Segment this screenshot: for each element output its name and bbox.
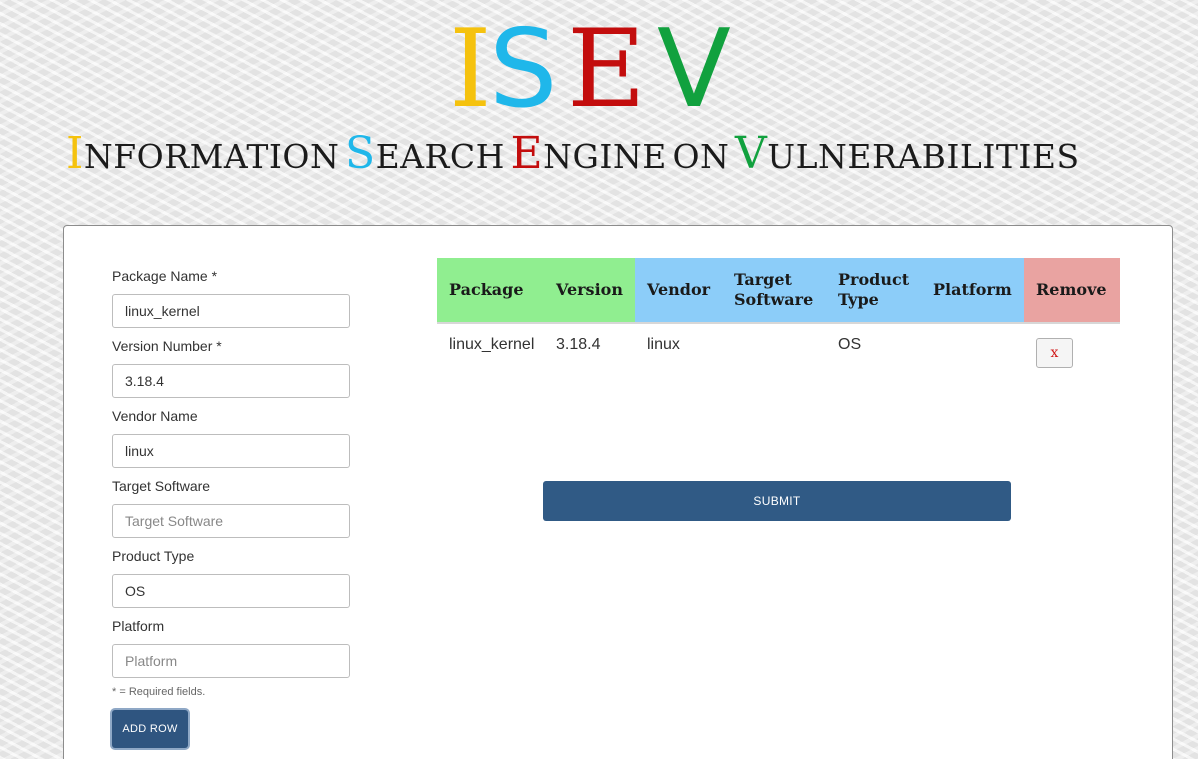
logo-letter-e: E <box>567 8 646 118</box>
header-platform: Platform <box>921 258 1024 324</box>
logo-letter-v: V <box>657 8 731 118</box>
package-name-input[interactable] <box>112 294 350 328</box>
cell-package: linux_kernel <box>449 336 535 353</box>
header-product-type: Product Type <box>826 258 921 324</box>
site-subtitle: INFORMATION SEARCH ENGINE ON VULNERABILI… <box>66 130 1176 180</box>
subtitle-word-search: EARCH <box>375 137 505 176</box>
vendor-name-label: Vendor Name <box>112 408 198 424</box>
cell-target-software <box>722 323 826 372</box>
required-fields-note: * = Required fields. <box>112 686 206 698</box>
subtitle-word-information: NFORMATION <box>83 137 340 176</box>
subtitle-word-engine: NGINE <box>543 137 667 176</box>
cell-remove: x <box>1024 323 1120 372</box>
cell-product-type: OS <box>838 336 862 353</box>
product-type-input[interactable] <box>112 574 350 608</box>
package-name-label: Package Name * <box>112 268 218 284</box>
subtitle-initial-search: S <box>344 128 376 179</box>
header-package: Package <box>437 258 544 324</box>
target-software-label: Target Software <box>112 478 211 494</box>
table-row: linux_kernel 3.18.4 linux OS x <box>437 323 1120 372</box>
table-header-row: Package Version Vendor Target Software P… <box>437 258 1120 324</box>
header-target-software: Target Software <box>722 258 826 324</box>
add-row-button[interactable]: ADD ROW <box>112 710 188 748</box>
main-card: Package Name * Version Number * Vendor N… <box>63 225 1173 759</box>
subtitle-word-vulnerabilities: ULNERABILITIES <box>767 137 1080 176</box>
version-number-input[interactable] <box>112 364 350 398</box>
remove-row-button[interactable]: x <box>1036 338 1073 368</box>
header-version: Version <box>544 258 635 324</box>
header-remove: Remove <box>1024 258 1120 324</box>
logo-letter-i: I <box>449 8 492 118</box>
isev-logo: I S E V <box>0 8 1198 118</box>
platform-label: Platform <box>112 618 165 634</box>
packages-table-container: Package Version Vendor Target Software P… <box>437 258 1120 372</box>
platform-input[interactable] <box>112 644 350 678</box>
package-form: Package Name * Version Number * Vendor N… <box>112 266 352 748</box>
target-software-input[interactable] <box>112 504 350 538</box>
submit-button[interactable]: SUBMIT <box>543 481 1011 521</box>
subtitle-initial-vulnerabilities: V <box>735 128 768 179</box>
vendor-name-input[interactable] <box>112 434 350 468</box>
subtitle-initial-engine: E <box>510 128 544 179</box>
logo-letter-s: S <box>489 8 558 118</box>
product-type-label: Product Type <box>112 548 195 564</box>
cell-platform <box>921 323 1024 372</box>
cell-vendor: linux <box>647 336 680 353</box>
isev-logo-graphic: I S E V <box>449 8 731 118</box>
subtitle-word-on: ON <box>672 137 730 176</box>
packages-table: Package Version Vendor Target Software P… <box>437 258 1120 372</box>
cell-version: 3.18.4 <box>556 336 601 353</box>
header-vendor: Vendor <box>635 258 722 324</box>
subtitle-initial-information: I <box>66 128 84 179</box>
version-number-label: Version Number * <box>112 338 222 354</box>
